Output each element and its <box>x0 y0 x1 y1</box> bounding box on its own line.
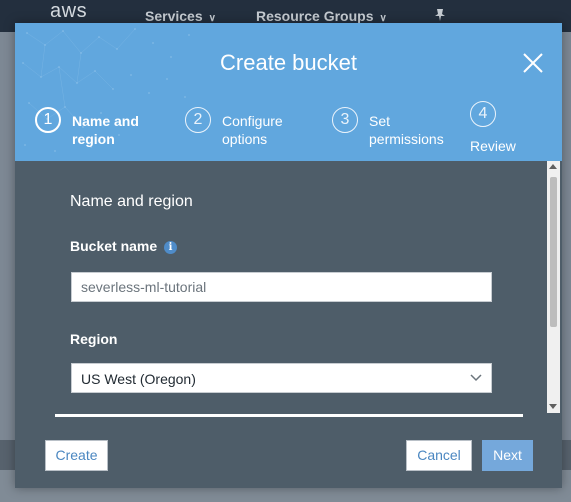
scroll-up-arrow-icon[interactable] <box>549 164 557 169</box>
bucket-name-input[interactable] <box>71 272 492 302</box>
chevron-down-icon <box>470 374 482 382</box>
scroll-down-arrow-icon[interactable] <box>549 404 557 409</box>
step-number: 2 <box>185 107 211 133</box>
cancel-button[interactable]: Cancel <box>406 440 472 471</box>
create-button[interactable]: Create <box>45 440 108 471</box>
aws-logo[interactable]: aws <box>50 0 87 23</box>
region-label: Region <box>70 331 118 347</box>
services-menu[interactable]: Services ∨ <box>145 8 216 24</box>
info-icon[interactable]: i <box>164 241 177 254</box>
step-number: 1 <box>35 107 61 133</box>
dialog-title: Create bucket <box>220 50 357 75</box>
step-number: 3 <box>332 107 358 133</box>
step-label: Configure options <box>222 113 283 147</box>
section-title: Name and region <box>70 193 193 210</box>
next-button[interactable]: Next <box>482 440 533 471</box>
region-select-value: US West (Oregon) <box>81 371 196 387</box>
pin-icon[interactable] <box>434 8 446 22</box>
step-label: Set permissions <box>369 113 444 147</box>
step-label: Name and region <box>72 113 139 147</box>
dialog-header: Create bucket 1 Name and region 2 Config… <box>15 23 562 161</box>
bucket-name-label: Bucket name <box>70 238 158 254</box>
create-bucket-dialog: Create bucket 1 Name and region 2 Config… <box>15 23 562 488</box>
step-label: Review <box>470 138 516 154</box>
dialog-body: Name and region Bucket name i Region US … <box>15 161 562 413</box>
close-icon[interactable] <box>520 50 546 76</box>
step-number: 4 <box>470 101 496 127</box>
dialog-footer: Create Cancel Next <box>15 417 562 488</box>
region-select[interactable]: US West (Oregon) <box>71 363 492 393</box>
resource-groups-menu[interactable]: Resource Groups ∨ <box>256 8 387 24</box>
dialog-scrollbar[interactable] <box>547 161 560 413</box>
scrollbar-thumb[interactable] <box>550 177 557 327</box>
